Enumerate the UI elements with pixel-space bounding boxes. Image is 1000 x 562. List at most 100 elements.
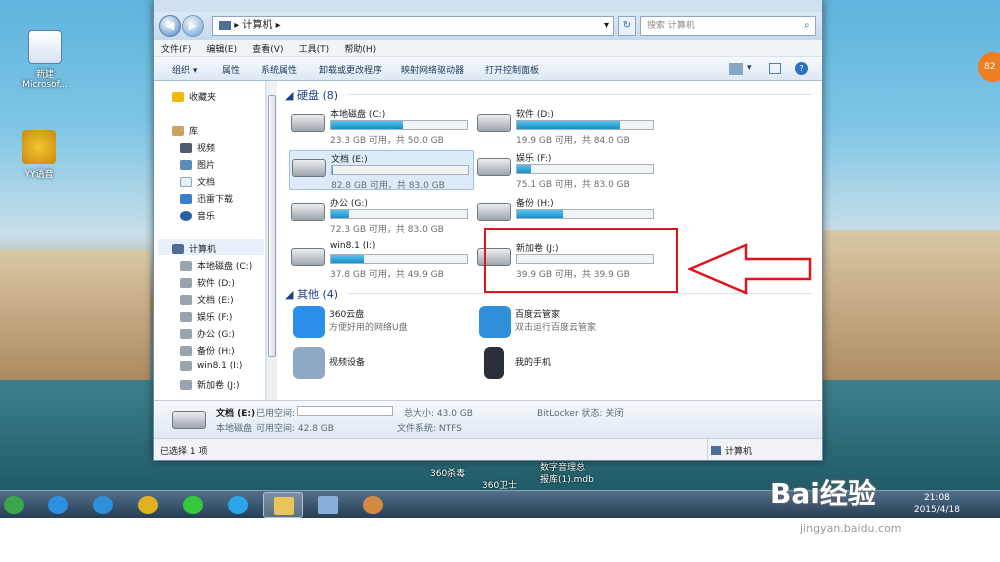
drive-icon [180, 311, 192, 322]
floating-badge[interactable]: 82 [978, 52, 1000, 82]
hard-drive-icon [291, 114, 325, 132]
wechat-icon [183, 496, 203, 514]
nav-item-drive-h[interactable]: 备份 (H:) [180, 344, 235, 357]
nav-item-downloads[interactable]: 迅雷下载 [180, 192, 233, 205]
taskbar-explorer[interactable] [263, 492, 303, 518]
nav-item-videos[interactable]: 视频 [180, 141, 215, 154]
start-button[interactable] [0, 492, 30, 518]
computer-icon [711, 446, 721, 455]
background-building [0, 250, 150, 390]
menu-help[interactable]: 帮助(H) [337, 40, 381, 55]
nav-item-drive-g[interactable]: 办公 (G:) [180, 327, 235, 340]
nav-label: 备份 (H:) [197, 347, 235, 357]
desktop-icon-word[interactable]: 新建 Microsof... [10, 30, 80, 90]
taskbar-baidu-cloud[interactable] [83, 492, 123, 518]
library-icon [172, 125, 184, 136]
forward-button[interactable]: ▶ [182, 15, 204, 37]
details-bitlocker: BitLocker 状态: 关闭 [537, 409, 624, 419]
drive-item-d[interactable]: 软件 (D:) 19.9 GB 可用，共 84.0 GB [475, 106, 660, 146]
drive-icon [180, 328, 192, 339]
organize-button[interactable]: 组织 ▾ [172, 63, 197, 76]
menu-tools[interactable]: 工具(T) [292, 40, 335, 55]
drive-item-g[interactable]: 办公 (G:) 72.3 GB 可用，共 83.0 GB [289, 195, 474, 235]
taskbar-ie[interactable] [38, 492, 78, 518]
drive-size: 37.8 GB 可用，共 49.9 GB [330, 270, 444, 280]
drive-icon [180, 277, 192, 288]
nav-item-drive-i[interactable]: win8.1 (I:) [180, 361, 242, 371]
device-phone[interactable]: 我的手机 [475, 345, 660, 381]
drive-icon [180, 294, 192, 305]
system-clock[interactable]: 21:08 2015/4/18 [914, 492, 960, 516]
nav-item-drive-e[interactable]: 文档 (E:) [180, 293, 234, 306]
hard-drive-icon [291, 248, 325, 266]
usage-bar [330, 209, 468, 219]
nav-item-library[interactable]: 库 [172, 124, 198, 137]
computer-icon [172, 243, 184, 254]
control-panel-button[interactable]: 打开控制面板 [485, 63, 539, 76]
drive-item-f[interactable]: 娱乐 (F:) 75.1 GB 可用，共 83.0 GB [475, 150, 660, 190]
device-webcam[interactable]: 视频设备 [289, 345, 474, 381]
taskbar-browser[interactable] [218, 492, 258, 518]
nav-item-drive-f[interactable]: 娱乐 (F:) [180, 310, 232, 323]
desktop-label: 360杀毒 [430, 469, 466, 479]
menu-view[interactable]: 查看(V) [245, 40, 288, 55]
scrollbar-thumb[interactable] [268, 95, 276, 357]
nav-item-pictures[interactable]: 图片 [180, 158, 215, 171]
drive-item-e[interactable]: 文档 (E:) 82.8 GB 可用，共 83.0 GB [289, 150, 474, 191]
network-icon [318, 496, 338, 514]
drive-icon [180, 361, 192, 371]
star-icon [172, 91, 184, 102]
nav-item-drive-j[interactable]: 新加卷 (J:) [180, 378, 240, 391]
menu-file[interactable]: 文件(F) [154, 40, 196, 55]
nav-item-music[interactable]: 音乐 [180, 209, 215, 222]
drive-size: 75.1 GB 可用，共 83.0 GB [516, 180, 630, 190]
taskbar-network[interactable] [308, 492, 348, 518]
drive-name: 本地磁盘 (C:) [330, 110, 386, 120]
desktop-icon-yy[interactable]: YY语音 [4, 130, 74, 180]
hard-drive-icon [172, 411, 206, 429]
group-header-other[interactable]: ◢ 其他 (4) [285, 286, 338, 302]
usage-bar [516, 120, 654, 130]
chrome-icon [138, 496, 158, 514]
refresh-button[interactable]: ↻ [618, 16, 636, 36]
drive-item-i[interactable]: win8.1 (I:) 37.8 GB 可用，共 49.9 GB [289, 240, 474, 280]
computer-icon [219, 20, 231, 30]
taskbar-chrome[interactable] [128, 492, 168, 518]
drive-name: 备份 (H:) [516, 199, 554, 209]
taskbar-wechat[interactable] [173, 492, 213, 518]
preview-pane-icon[interactable] [769, 63, 781, 74]
view-options-icon[interactable] [729, 63, 743, 75]
uninstall-button[interactable]: 卸载或更改程序 [319, 63, 382, 76]
device-baidu-cloud[interactable]: 百度云管家 双击运行百度云管家 [475, 304, 660, 340]
device-desc: 方便好用的网络U盘 [329, 323, 408, 333]
address-field[interactable]: ▸ 计算机 ▸ ▾ [212, 16, 614, 36]
menu-edit[interactable]: 编辑(E) [199, 40, 242, 55]
chevron-down-icon[interactable]: ▾ [604, 17, 609, 35]
baidu-cloud-icon [479, 306, 511, 338]
help-icon[interactable]: ? [795, 62, 808, 75]
nav-item-drive-d[interactable]: 软件 (D:) [180, 276, 235, 289]
taskbar-paint[interactable] [353, 492, 393, 518]
desktop-icon-label: 新建 Microsof... [22, 70, 68, 90]
map-drive-button[interactable]: 映射网络驱动器 [401, 63, 464, 76]
back-button[interactable]: ◀ [159, 15, 181, 37]
nav-item-drive-c[interactable]: 本地磁盘 (C:) [180, 259, 252, 272]
drive-name: 办公 (G:) [330, 199, 368, 209]
device-360-cloud[interactable]: 360云盘 方便好用的网络U盘 [289, 304, 474, 340]
nav-scrollbar[interactable] [266, 81, 277, 400]
yy-voice-icon [22, 130, 56, 164]
drive-item-c[interactable]: 本地磁盘 (C:) 23.3 GB 可用，共 50.0 GB [289, 106, 474, 146]
chevron-down-icon[interactable]: ▾ [747, 63, 752, 73]
nav-label: 图片 [197, 161, 216, 171]
baidu-cloud-icon [93, 496, 113, 514]
breadcrumb-computer[interactable]: 计算机 [242, 20, 272, 31]
usage-fill [331, 210, 349, 218]
nav-item-computer[interactable]: 计算机 [172, 242, 216, 255]
search-input[interactable]: 搜索 计算机 [640, 16, 816, 36]
group-header-drives[interactable]: ◢ 硬盘 (8) [285, 87, 338, 103]
nav-item-documents[interactable]: 文档 [180, 175, 215, 188]
usage-fill [517, 210, 564, 218]
system-properties-button[interactable]: 系统属性 [261, 63, 297, 76]
nav-item-favorites[interactable]: 收藏夹 [172, 90, 216, 103]
properties-button[interactable]: 属性 [222, 63, 240, 76]
